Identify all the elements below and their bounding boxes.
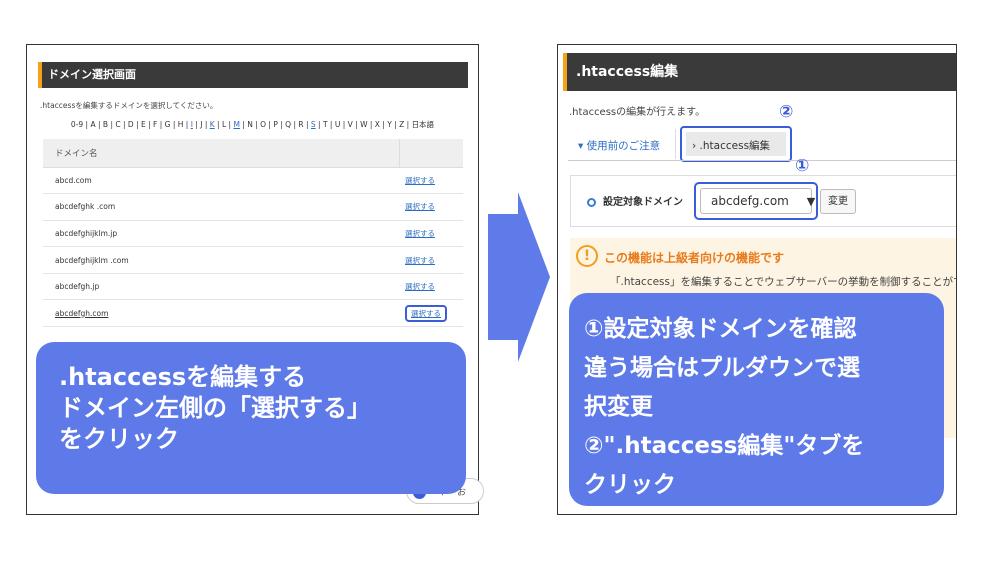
domain-select-header: ドメイン選択画面 <box>38 62 468 88</box>
separator: | <box>327 120 335 129</box>
callout-line: ①設定対象ドメインを確認 <box>584 316 857 342</box>
select-domain-link[interactable]: 選択する <box>405 282 435 291</box>
domain-table-header-row: ドメイン名 <box>43 139 463 168</box>
alpha-filter-item[interactable]: 日本語 <box>412 120 435 129</box>
callout-line: ②".htaccess編集"タブを <box>584 433 865 459</box>
separator: | <box>145 120 154 129</box>
separator: | <box>120 120 128 129</box>
domain-table: ドメイン名 abcd.com 選択する abcdefghk .com 選択する … <box>43 139 463 328</box>
step-marker-1: ① <box>795 156 810 176</box>
domain-dropdown[interactable]: abcdefg.com ▼ <box>694 182 818 220</box>
domain-name: abcdefgh.com <box>55 308 109 318</box>
separator: | <box>95 120 103 129</box>
separator: | <box>367 120 375 129</box>
domain-name: abcdefgh.jp <box>43 273 399 301</box>
callout-line: クリック <box>584 472 676 498</box>
select-domain-link-highlighted[interactable]: 選択する <box>405 304 447 322</box>
domain-name: abcdefghijklm .com <box>43 246 399 274</box>
callout-line: をクリック <box>59 425 179 453</box>
domain-name: abcdefghijklm.jp <box>43 220 399 248</box>
alpha-filter-item[interactable]: W <box>360 120 367 129</box>
separator: | <box>133 120 141 129</box>
separator: | <box>303 120 311 129</box>
next-step-arrow-icon <box>488 192 550 362</box>
callout-line: 択変更 <box>584 394 653 420</box>
separator: | <box>170 120 178 129</box>
callout-line: .htaccessを編集する <box>59 363 307 391</box>
domain-name-column-header: ドメイン名 <box>43 139 399 168</box>
circle-bullet-icon <box>587 198 596 207</box>
htaccess-edit-instruction: .htaccessの編集が行えます。 <box>569 107 706 118</box>
htaccess-edit-title: .htaccess編集 <box>576 64 679 80</box>
separator: | <box>157 120 165 129</box>
chevron-down-icon: ▾ <box>578 140 587 152</box>
select-domain-link[interactable]: 選択する <box>405 176 435 185</box>
domain-select-instruction: .htaccessを編集するドメインを選択してください。 <box>40 101 218 110</box>
tab-htaccess-edit[interactable]: › .htaccess編集 <box>680 126 792 162</box>
warning-text: 「.htaccess」を編集することでウェブサーバーの挙動を制御することがで <box>610 276 957 288</box>
chevron-right-icon: › <box>692 140 700 152</box>
separator: | <box>315 120 323 129</box>
chevron-down-icon: ▼ <box>806 195 816 208</box>
table-row: abcdefghk .com 選択する <box>43 193 463 221</box>
domain-name: abcd.com <box>43 167 399 195</box>
tab-precautions[interactable]: ▾ 使用前のご注意 <box>568 129 676 159</box>
warning-icon: ! <box>576 245 598 267</box>
alpha-filter-item[interactable]: 0-9 <box>71 120 83 129</box>
htaccess-edit-header: .htaccess編集 <box>563 53 956 91</box>
table-row: abcd.com 選択する <box>43 167 463 195</box>
step-marker-2: ② <box>779 102 794 122</box>
separator: | <box>183 120 191 129</box>
target-domain-section: 設定対象ドメイン abcdefg.com ▼ 変更 <box>570 175 956 227</box>
select-domain-link[interactable]: 選択する <box>405 202 435 211</box>
change-button[interactable]: 変更 <box>820 189 856 214</box>
domain-select-title: ドメイン選択画面 <box>48 68 136 81</box>
tab-label: 使用前のご注意 <box>586 140 661 152</box>
select-domain-link[interactable]: 選択する <box>405 229 435 238</box>
tab-label: .htaccess編集 <box>699 140 771 152</box>
table-row: abcdefgh.com 選択する <box>43 299 463 328</box>
callout-line: 違う場合はプルダウンで選 <box>584 355 860 381</box>
action-column-header <box>398 139 463 168</box>
target-domain-label: 設定対象ドメイン <box>603 197 683 208</box>
separator: | <box>340 120 348 129</box>
alphabet-filter-nav: 0-9 | A | B | C | D | E | F | G | H | I … <box>27 119 478 130</box>
separator: | <box>404 120 412 129</box>
domain-name: abcdefghk .com <box>43 193 399 221</box>
separator: | <box>202 120 210 129</box>
domain-dropdown-value: abcdefg.com <box>711 194 789 208</box>
table-row: abcdefghijklm .com 選択する <box>43 246 463 274</box>
right-instruction-callout: ①設定対象ドメインを確認 違う場合はプルダウンで選 択変更 ②".htacces… <box>569 293 944 506</box>
table-row: abcdefghijklm.jp 選択する <box>43 220 463 248</box>
left-instruction-callout: .htaccessを編集する ドメイン左側の「選択する」 をクリック <box>36 342 466 494</box>
separator: | <box>214 120 222 129</box>
select-domain-link[interactable]: 選択する <box>405 256 435 265</box>
callout-line: ドメイン左側の「選択する」 <box>59 394 371 422</box>
separator: | <box>352 120 361 129</box>
table-row: abcdefgh.jp 選択する <box>43 273 463 301</box>
warning-title: この機能は上級者向けの機能です <box>604 251 785 265</box>
tab-divider <box>568 160 956 161</box>
